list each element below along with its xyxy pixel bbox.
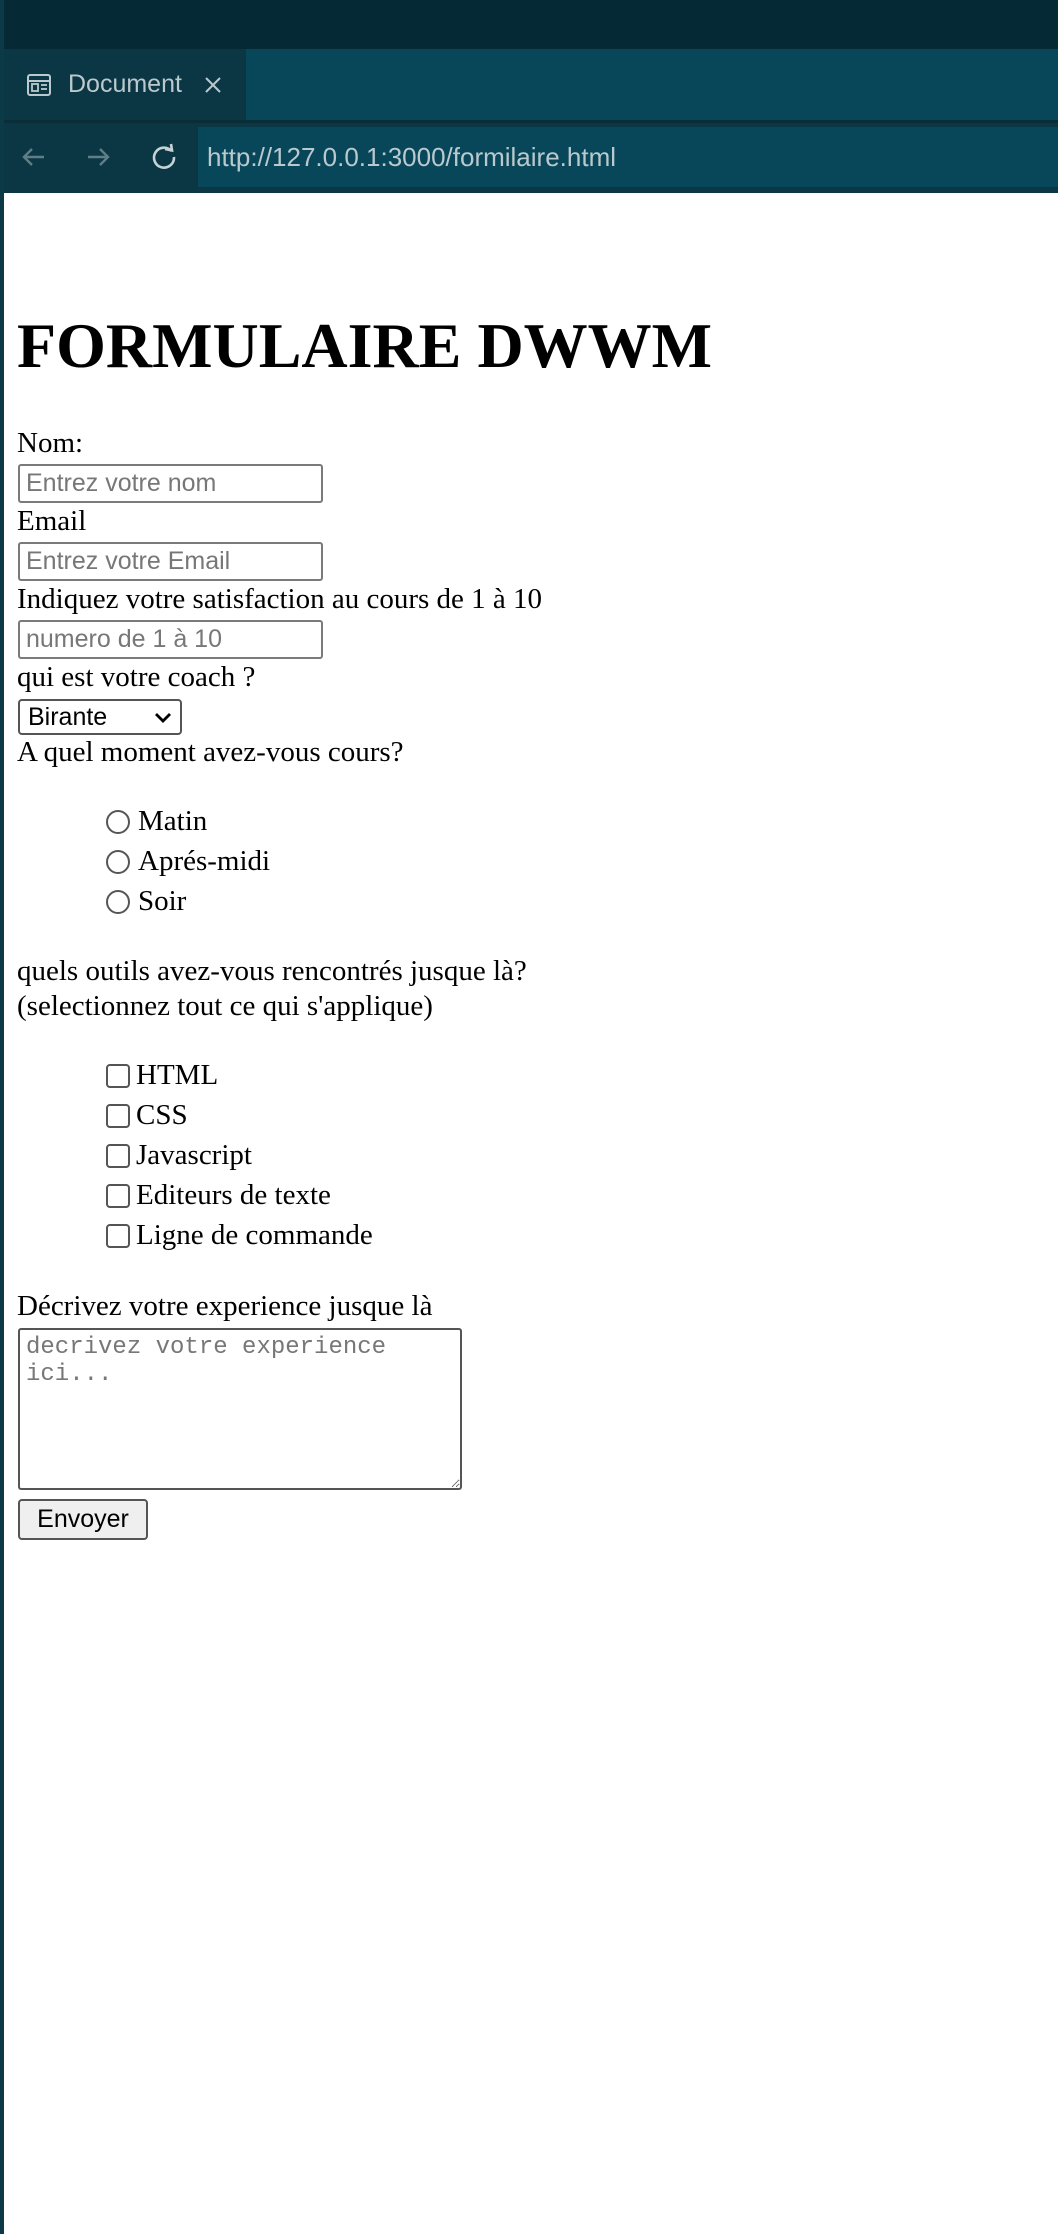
- browser-tab-strip: Document: [0, 49, 1058, 120]
- moment-option-label: Matin: [138, 805, 208, 837]
- experience-label: Décrivez votre experience jusque là: [17, 1290, 433, 1322]
- browser-tab[interactable]: Document: [4, 49, 246, 120]
- tools-sublabel: (selectionnez tout ce qui s'applique): [17, 990, 433, 1022]
- document-icon: [24, 70, 54, 100]
- browser-nav-bar: http://127.0.0.1:3000/formilaire.html: [0, 120, 1058, 193]
- moment-option[interactable]: Aprés-midi: [106, 845, 270, 878]
- tool-option-label: Javascript: [136, 1139, 252, 1171]
- radio-button[interactable]: [106, 809, 130, 834]
- arrow-right-icon[interactable]: [78, 137, 118, 177]
- browser-title-bar: [0, 0, 1058, 49]
- chevron-down-icon: [155, 713, 171, 723]
- url-bar[interactable]: http://127.0.0.1:3000/formilaire.html: [198, 127, 1058, 187]
- submit-button[interactable]: Envoyer: [18, 1499, 148, 1540]
- tool-option-label: CSS: [136, 1099, 188, 1131]
- tools-label: quels outils avez-vous rencontrés jusque…: [17, 955, 527, 987]
- tool-option[interactable]: Ligne de commande: [106, 1219, 373, 1252]
- radio-button[interactable]: [106, 849, 130, 874]
- arrow-left-icon[interactable]: [14, 137, 54, 177]
- radio-button[interactable]: [106, 889, 130, 914]
- checkbox[interactable]: [106, 1183, 130, 1208]
- satisfaction-label: Indiquez votre satisfaction au cours de …: [17, 583, 543, 615]
- coach-label: qui est votre coach ?: [17, 661, 256, 693]
- checkbox[interactable]: [106, 1223, 130, 1248]
- experience-textarea[interactable]: [18, 1328, 462, 1490]
- email-input[interactable]: [18, 542, 323, 581]
- name-label: Nom:: [17, 427, 84, 459]
- tool-option[interactable]: Javascript: [106, 1139, 252, 1172]
- coach-select[interactable]: Birante: [18, 699, 182, 735]
- tool-option-label: Ligne de commande: [136, 1219, 373, 1251]
- tool-option[interactable]: Editeurs de texte: [106, 1179, 331, 1212]
- email-label: Email: [17, 505, 87, 537]
- reload-icon[interactable]: [144, 137, 184, 177]
- url-text: http://127.0.0.1:3000/formilaire.html: [207, 141, 617, 172]
- checkbox[interactable]: [106, 1063, 130, 1088]
- checkbox[interactable]: [106, 1103, 130, 1128]
- page-content: FORMULAIRE DWWM Nom: Email Indiquez votr…: [4, 193, 1058, 2234]
- page-title: FORMULAIRE DWWM: [17, 310, 713, 381]
- satisfaction-input[interactable]: [18, 620, 323, 659]
- tool-option[interactable]: CSS: [106, 1099, 188, 1132]
- tool-option[interactable]: HTML: [106, 1059, 218, 1092]
- tool-option-label: Editeurs de texte: [136, 1179, 331, 1211]
- tab-title: Document: [68, 70, 182, 98]
- close-icon[interactable]: [200, 72, 226, 98]
- name-input[interactable]: [18, 464, 323, 503]
- moment-option-label: Aprés-midi: [138, 845, 271, 877]
- moment-option[interactable]: Soir: [106, 885, 186, 918]
- moment-label: A quel moment avez-vous cours?: [17, 736, 404, 768]
- moment-option-label: Soir: [138, 885, 187, 917]
- coach-selected-value: Birante: [28, 702, 108, 731]
- moment-option[interactable]: Matin: [106, 805, 207, 838]
- checkbox[interactable]: [106, 1143, 130, 1168]
- tool-option-label: HTML: [136, 1059, 219, 1091]
